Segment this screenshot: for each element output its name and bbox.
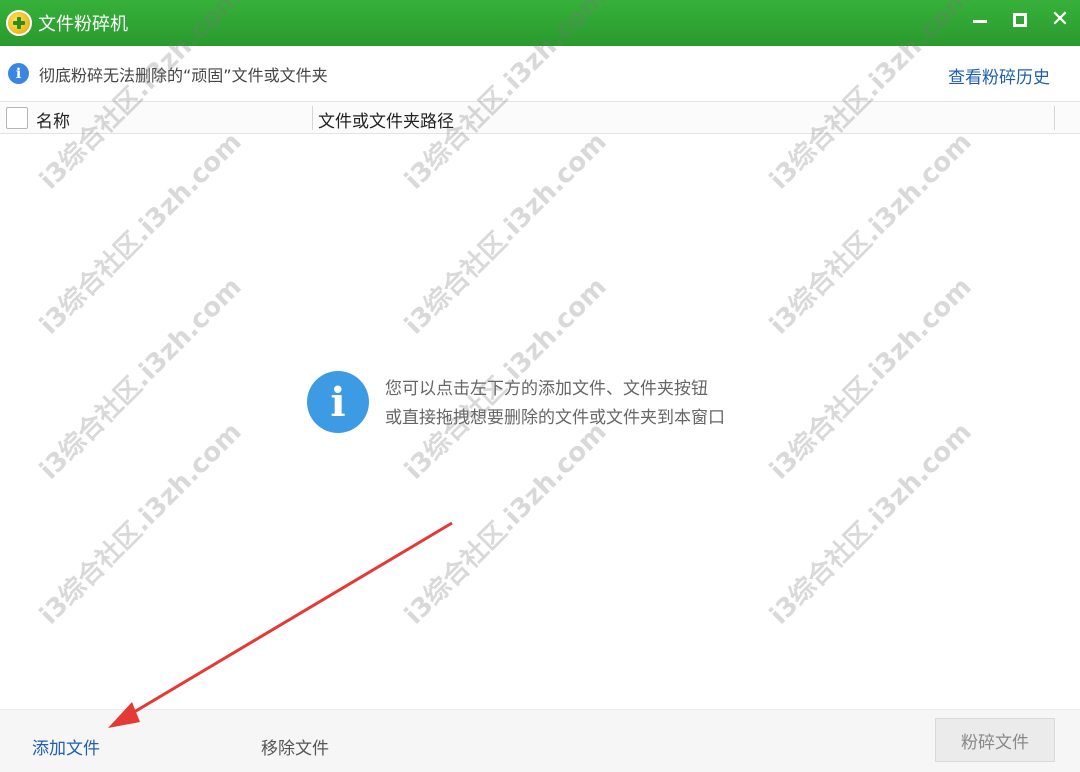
shred-files-button[interactable]: 粉碎文件 (935, 718, 1055, 762)
info-icon: i (307, 371, 369, 433)
window-title: 文件粉碎机 (38, 14, 128, 35)
file-table-header: 名称 文件或文件夹路径 (0, 101, 1080, 134)
maximize-icon (1013, 13, 1027, 27)
select-all-checkbox[interactable] (6, 107, 28, 129)
column-header-path[interactable]: 文件或文件夹路径 (318, 107, 454, 132)
view-history-link[interactable]: 查看粉碎历史 (948, 63, 1050, 88)
info-icon: i (8, 63, 29, 84)
remove-file-button[interactable]: 移除文件 (261, 734, 329, 759)
minimize-button[interactable] (960, 0, 1000, 40)
close-button[interactable]: ✕ (1040, 0, 1080, 40)
close-icon: ✕ (1050, 7, 1070, 32)
info-bar: i 彻底粉碎无法删除的“顽固”文件或文件夹 查看粉碎历史 (0, 46, 1080, 101)
maximize-button[interactable] (1000, 0, 1040, 40)
column-header-name[interactable]: 名称 (36, 107, 70, 132)
info-text: 彻底粉碎无法删除的“顽固”文件或文件夹 (39, 65, 328, 85)
column-divider[interactable] (1054, 106, 1055, 130)
add-file-button[interactable]: 添加文件 (32, 734, 100, 759)
empty-hint-line-2: 或直接拖拽想要删除的文件或文件夹到本窗口 (385, 408, 725, 428)
shredder-app-icon (6, 10, 32, 36)
title-bar: 文件粉碎机 ✕ (0, 0, 1080, 46)
column-divider[interactable] (312, 106, 313, 130)
empty-hint-line-1: 您可以点击左下方的添加文件、文件夹按钮 (385, 379, 708, 399)
window-controls: ✕ (960, 0, 1080, 46)
minimize-icon (973, 19, 987, 23)
footer-bar: 添加文件 移除文件 粉碎文件 (0, 709, 1080, 772)
